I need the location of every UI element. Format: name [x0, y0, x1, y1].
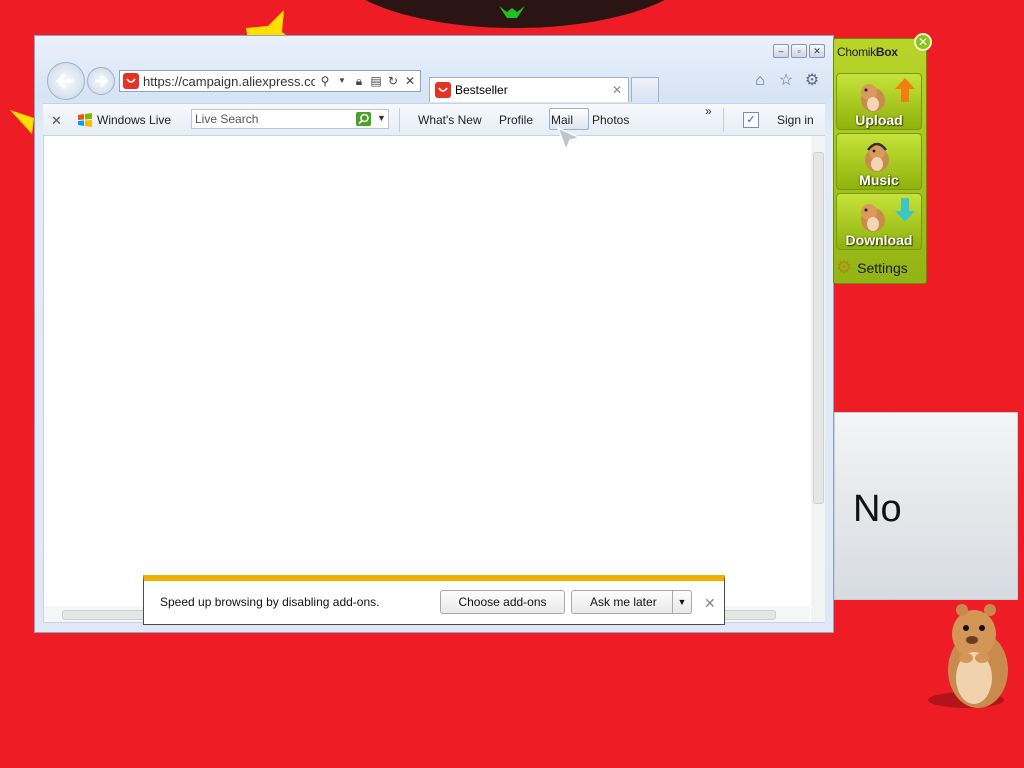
arrow-left-icon [56, 73, 74, 89]
aliexpress-favicon-icon [435, 82, 451, 98]
lock-icon[interactable]: 🔒︎ [352, 74, 366, 88]
close-notification-icon[interactable]: ✕ [704, 595, 716, 612]
chomikbox-panel: ChomikBox ✕ Upload Music Download ⚙ Sett… [833, 33, 932, 284]
page-content [43, 135, 825, 623]
more-chevron-icon[interactable]: » [705, 104, 712, 118]
new-tab-button[interactable] [631, 77, 659, 102]
hamster-mascot-icon [928, 604, 1008, 708]
search-go-icon[interactable] [356, 112, 371, 126]
addon-notification: Speed up browsing by disabling add-ons. … [143, 575, 725, 625]
browser-window: ‒ ▫ ✕ https://campaign.aliexpress.com ⚲ … [34, 35, 834, 633]
address-text: https://campaign.aliexpress.com [143, 73, 315, 89]
photos-link[interactable]: Photos [592, 113, 629, 127]
green-indicator-icon [499, 6, 525, 18]
refresh-icon[interactable]: ↻ [386, 74, 400, 88]
vertical-scrollbar[interactable] [811, 136, 825, 622]
star-icon[interactable]: ☆ [777, 72, 795, 90]
forward-button[interactable] [87, 67, 115, 95]
maximize-icon[interactable]: ▫ [791, 44, 807, 58]
settings-button[interactable]: ⚙ Settings [836, 257, 908, 278]
arrow-right-icon [95, 75, 108, 87]
download-arrow-icon [895, 198, 915, 222]
search-placeholder: Live Search [195, 112, 259, 126]
checkbox-icon[interactable]: ✓ [743, 112, 759, 128]
tab-bestseller[interactable]: Bestseller ✕ [429, 77, 629, 102]
divider [399, 108, 400, 132]
download-label: Download [845, 232, 913, 248]
download-button[interactable]: Download [836, 193, 922, 250]
hamster-headphones-icon [865, 142, 889, 172]
stop-icon[interactable]: ✕ [403, 74, 417, 88]
window-controls: ‒ ▫ ✕ [773, 44, 825, 58]
tab-title: Bestseller [455, 83, 508, 97]
no-button[interactable]: No [834, 412, 1018, 600]
aliexpress-favicon-icon [123, 73, 139, 89]
notification-message: Speed up browsing by disabling add-ons. [160, 595, 380, 609]
cursor-icon [556, 126, 583, 153]
back-button[interactable] [47, 62, 85, 100]
windows-logo-icon [78, 113, 92, 127]
tab-close-icon[interactable]: ✕ [612, 83, 622, 97]
home-icon[interactable]: ⌂ [751, 72, 769, 90]
sign-in-link[interactable]: Sign in [777, 113, 814, 127]
profile-link[interactable]: Profile [499, 113, 533, 127]
mail-link[interactable]: Mail [551, 113, 573, 127]
ask-me-later-label: Ask me later [590, 595, 657, 609]
search-icon[interactable]: ⚲ [318, 74, 332, 88]
divider [723, 108, 724, 132]
search-dropdown-icon[interactable]: ▼ [377, 113, 386, 123]
dropdown-arrow-icon[interactable]: ▼ [335, 74, 349, 88]
command-bar: ✕ Windows Live Live Search ▼ What's New … [43, 103, 825, 135]
music-button[interactable]: Music [836, 133, 922, 190]
gear-icon: ⚙ [836, 257, 853, 277]
upload-arrow-icon [895, 78, 915, 102]
close-icon[interactable]: ✕ [809, 44, 825, 58]
address-bar[interactable]: https://campaign.aliexpress.com ⚲ ▼ 🔒︎ ▤… [119, 70, 421, 92]
choose-addons-button[interactable]: Choose add-ons [440, 590, 565, 614]
whats-new-link[interactable]: What's New [418, 113, 482, 127]
upload-button[interactable]: Upload [836, 73, 922, 130]
close-icon[interactable]: ✕ [914, 33, 932, 51]
minimize-icon[interactable]: ‒ [773, 44, 789, 58]
close-toolbar-icon[interactable]: ✕ [51, 113, 63, 129]
dropdown-arrow-icon[interactable]: ▼ [672, 591, 691, 613]
upload-label: Upload [855, 112, 903, 128]
music-label: Music [859, 172, 899, 188]
gear-icon[interactable]: ⚙ [803, 72, 821, 90]
chomikbox-title: ChomikBox [837, 45, 898, 59]
hamster-icon [861, 204, 885, 232]
compatibility-icon[interactable]: ▤ [369, 74, 383, 88]
ask-me-later-button[interactable]: Ask me later ▼ [571, 590, 692, 614]
windows-live-label[interactable]: Windows Live [97, 113, 171, 127]
hamster-icon [861, 84, 885, 112]
toolbar-icons: ⌂ ☆ ⚙ [751, 72, 821, 90]
no-label: No [853, 488, 902, 530]
settings-label: Settings [857, 259, 908, 276]
vertical-scroll-thumb[interactable] [813, 152, 824, 504]
live-search-input[interactable]: Live Search ▼ [191, 109, 389, 129]
